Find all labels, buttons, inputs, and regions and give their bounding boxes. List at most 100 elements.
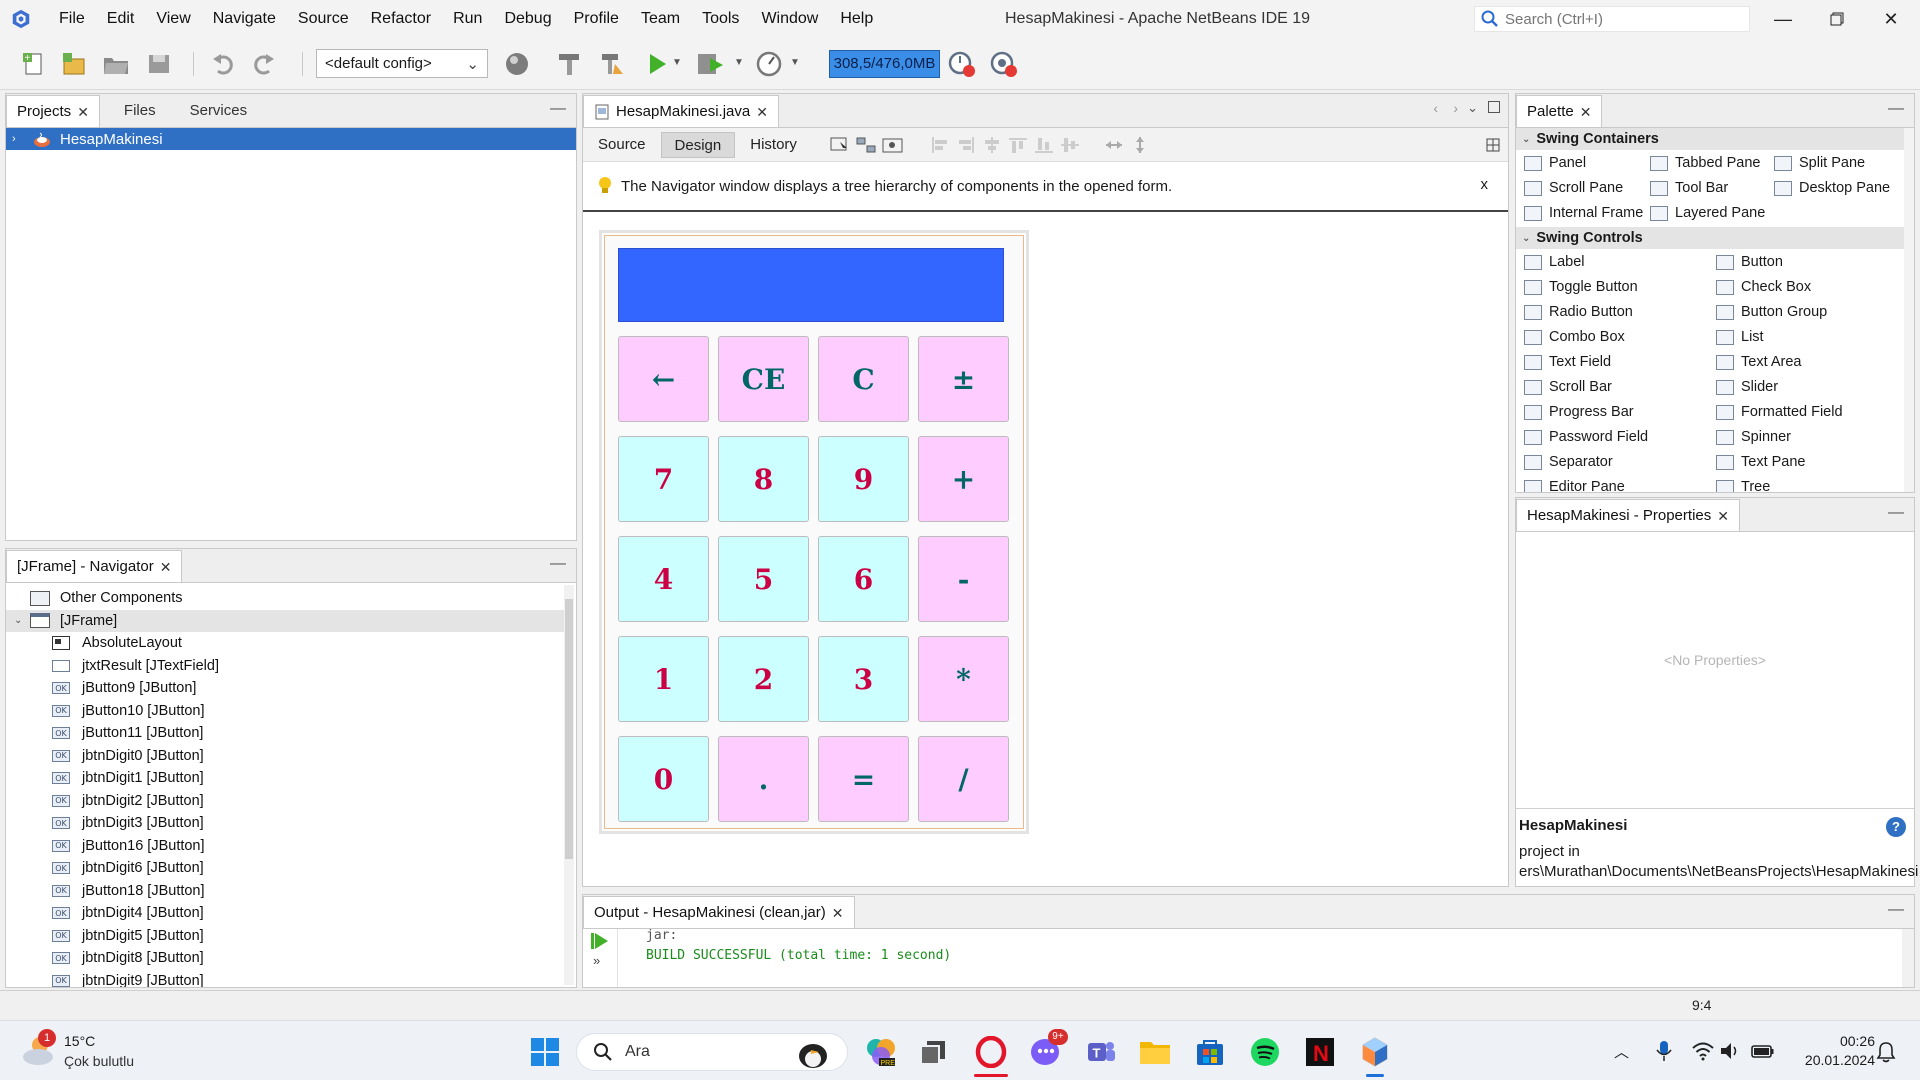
minimize-panel-icon[interactable]: — [1888, 100, 1904, 118]
help-icon[interactable]: ? [1886, 817, 1906, 837]
calc-button[interactable]: = [818, 736, 909, 822]
navigator-scrollbar[interactable] [564, 585, 574, 985]
calc-button[interactable]: / [918, 736, 1009, 822]
build-project-button[interactable] [552, 47, 586, 81]
netflix-taskbar-icon[interactable]: N [1301, 1033, 1339, 1071]
align-bottom-icon[interactable] [1034, 136, 1054, 154]
center-horizontal-icon[interactable] [982, 136, 1002, 154]
palette-category[interactable]: ⌄ Swing Containers [1516, 128, 1914, 150]
palette-item[interactable]: Tabbed Pane [1646, 152, 1760, 174]
weather-widget[interactable]: 1 [20, 1029, 60, 1071]
calc-button[interactable]: 2 [718, 636, 809, 722]
palette-item[interactable]: Spinner [1712, 426, 1791, 448]
navigator-item[interactable]: OK jbtnDigit9 [JButton] [6, 970, 564, 987]
clean-build-button[interactable] [595, 47, 629, 81]
navigator-item[interactable]: OK jbtnDigit3 [JButton] [6, 812, 564, 834]
netbeans-taskbar-icon[interactable] [1356, 1033, 1394, 1077]
calc-button[interactable]: * [918, 636, 1009, 722]
spotify-taskbar-icon[interactable] [1246, 1033, 1284, 1071]
palette-item[interactable]: Editor Pane [1520, 476, 1625, 492]
menu-file[interactable]: File [48, 0, 96, 38]
minimize-panel-icon[interactable]: — [1888, 504, 1904, 522]
tab-files[interactable]: Files [114, 95, 166, 127]
tab-services[interactable]: Services [180, 95, 258, 127]
calc-button[interactable]: 5 [718, 536, 809, 622]
minimize-button[interactable]: — [1754, 0, 1812, 38]
show-hidden-icons-icon[interactable]: ︿ [1614, 1041, 1629, 1062]
palette-item[interactable]: Text Field [1520, 351, 1611, 373]
minimize-panel-icon[interactable]: — [550, 555, 566, 573]
navigator-item[interactable]: OK jButton16 [JButton] [6, 835, 564, 857]
menu-profile[interactable]: Profile [563, 0, 630, 38]
file-explorer-taskbar-icon[interactable] [1136, 1033, 1174, 1071]
menu-help[interactable]: Help [829, 0, 884, 38]
close-icon[interactable]: ✕ [1580, 96, 1592, 128]
calc-button[interactable]: 4 [618, 536, 709, 622]
palette-item[interactable]: Layered Pane [1646, 202, 1765, 224]
undo-button[interactable] [206, 47, 240, 81]
new-project-button[interactable] [57, 47, 91, 81]
scroll-left-icon[interactable]: ‹ [1433, 100, 1438, 116]
jtxtresult-textfield[interactable] [618, 248, 1004, 322]
tab-source[interactable]: Source [585, 132, 659, 158]
calc-button[interactable]: ← [618, 336, 709, 422]
menu-navigate[interactable]: Navigate [202, 0, 287, 38]
palette-item[interactable]: Radio Button [1520, 301, 1633, 323]
run-project-button[interactable] [640, 47, 674, 81]
palette-item[interactable]: Tool Bar [1646, 177, 1728, 199]
hint-close-button[interactable]: x [1481, 176, 1489, 193]
calc-button[interactable]: C [818, 336, 909, 422]
collapse-arrow-icon[interactable]: ⌄ [14, 615, 22, 626]
tab-projects[interactable]: Projects ✕ [6, 95, 100, 127]
palette-item[interactable]: Progress Bar [1520, 401, 1634, 423]
close-icon[interactable]: ✕ [832, 897, 844, 929]
new-file-button[interactable]: + [17, 47, 51, 81]
redo-button[interactable] [247, 47, 281, 81]
palette-item[interactable]: Desktop Pane [1770, 177, 1890, 199]
maximize-editor-icon[interactable] [1488, 101, 1500, 113]
microphone-icon[interactable] [1654, 1040, 1674, 1062]
navigator-item[interactable]: OK jButton11 [JButton] [6, 722, 564, 744]
output-console[interactable]: » jar: BUILD SUCCESSFUL (total time: 1 s… [583, 928, 1914, 987]
store-taskbar-icon[interactable] [1191, 1033, 1229, 1071]
tab-history[interactable]: History [737, 132, 810, 158]
selection-mode-icon[interactable] [830, 136, 850, 154]
task-view-taskbar-icon[interactable] [914, 1033, 952, 1071]
scroll-right-icon[interactable]: › [1453, 100, 1458, 116]
profile-project-button[interactable] [752, 47, 786, 81]
save-all-button[interactable] [142, 47, 176, 81]
scrollbar-thumb[interactable] [565, 599, 573, 859]
palette-item[interactable]: Button [1712, 251, 1783, 273]
resize-vertical-icon[interactable] [1130, 136, 1150, 154]
gc-button[interactable] [945, 47, 979, 81]
align-top-icon[interactable] [1008, 136, 1028, 154]
navigator-item[interactable]: OK jbtnDigit1 [JButton] [6, 767, 564, 789]
palette-item[interactable]: Slider [1712, 376, 1778, 398]
clock-date[interactable]: 20.01.2024 [1795, 1052, 1875, 1068]
open-project-button[interactable] [99, 47, 133, 81]
run-dropdown-icon[interactable]: ▼ [672, 57, 682, 68]
quick-search[interactable] [1474, 6, 1750, 32]
tab-design[interactable]: Design [660, 131, 736, 158]
jframe-form[interactable]: ← CE C ±7 8 9 +4 5 6- 1 2 3 * 0. = / [599, 230, 1029, 834]
calc-button[interactable]: 8 [718, 436, 809, 522]
tab-properties[interactable]: HesapMakinesi - Properties ✕ [1516, 499, 1740, 531]
navigator-item[interactable]: OK jbtnDigit0 [JButton] [6, 745, 564, 767]
minimize-panel-icon[interactable]: — [550, 100, 566, 118]
menu-team[interactable]: Team [630, 0, 691, 38]
center-vertical-icon[interactable] [1060, 136, 1080, 154]
calc-button[interactable]: 7 [618, 436, 709, 522]
calc-button[interactable]: 3 [818, 636, 909, 722]
maximize-button[interactable] [1808, 0, 1866, 38]
menu-window[interactable]: Window [750, 0, 829, 38]
tab-palette[interactable]: Palette ✕ [1516, 95, 1603, 128]
more-actions-icon[interactable]: » [593, 953, 600, 968]
palette-item[interactable]: Button Group [1712, 301, 1827, 323]
notification-bell-icon[interactable] [1876, 1041, 1896, 1063]
palette-item[interactable]: Check Box [1712, 276, 1811, 298]
snapshot-button[interactable] [987, 47, 1021, 81]
form-design-canvas[interactable]: ← CE C ±7 8 9 +4 5 6- 1 2 3 * 0. = / [583, 214, 1508, 886]
debug-project-button[interactable] [694, 47, 728, 81]
navigator-item[interactable]: OK jButton9 [JButton] [6, 677, 564, 699]
navigator-item[interactable]: AbsoluteLayout [6, 632, 564, 654]
